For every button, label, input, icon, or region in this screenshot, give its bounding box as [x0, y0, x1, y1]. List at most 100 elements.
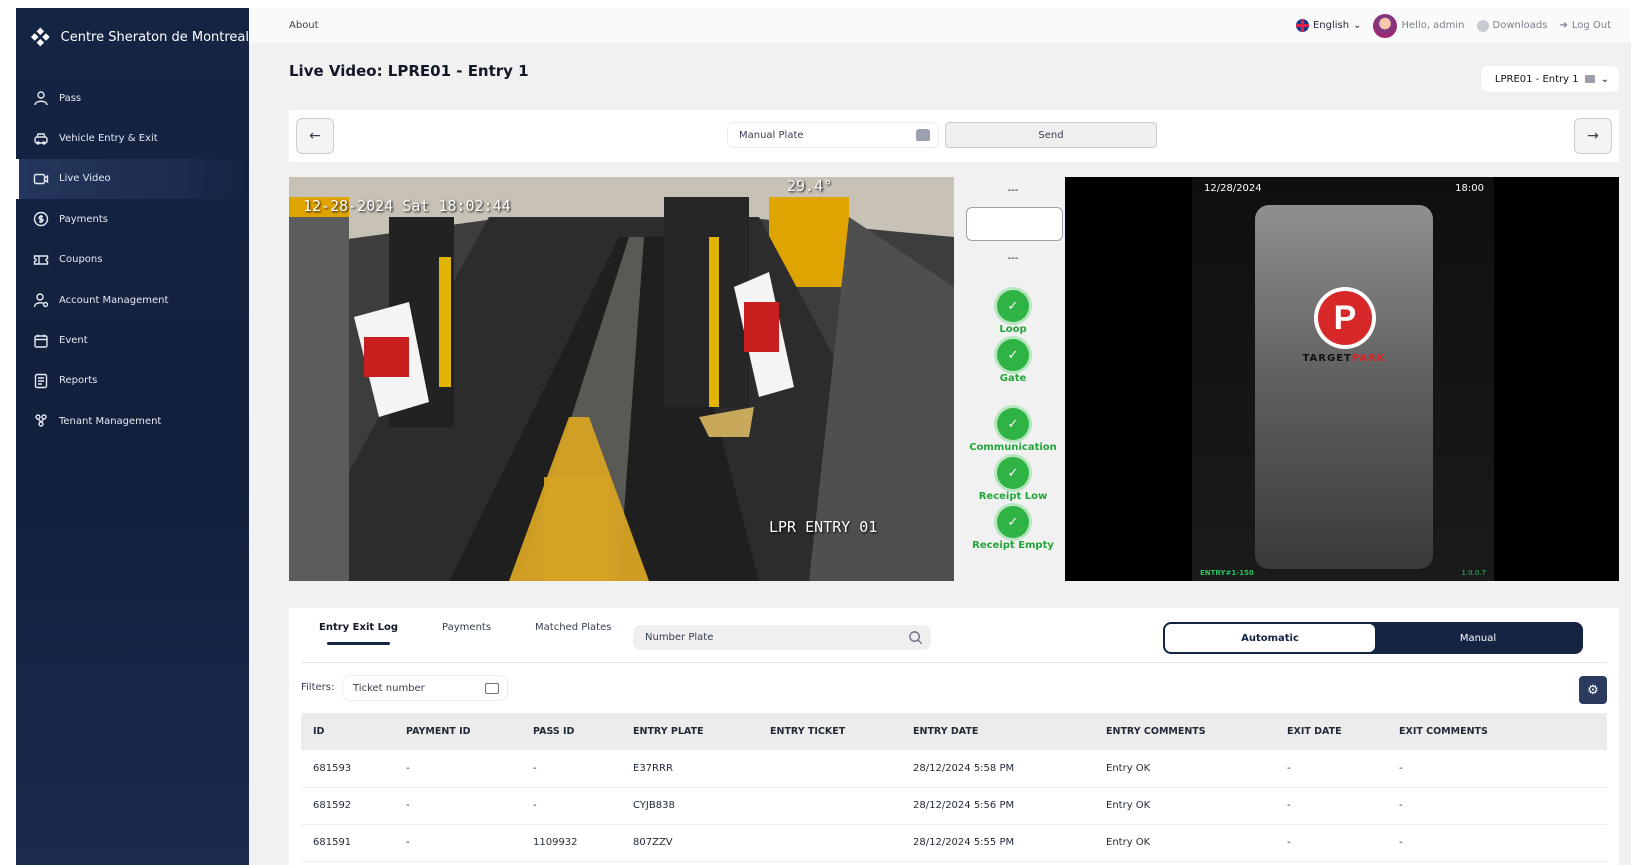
logout-icon: ➜: [1559, 20, 1568, 31]
manual-plate-placeholder: Manual Plate: [739, 129, 804, 141]
arrow-right-icon: →: [1587, 128, 1599, 144]
logout-link[interactable]: ➜ Log Out: [1559, 20, 1611, 31]
sidebar-item-vehicle-entry-exit[interactable]: Vehicle Entry & Exit: [16, 118, 249, 158]
sidebar-item-label: Event: [59, 335, 88, 347]
ticket-placeholder: Ticket number: [353, 682, 425, 694]
page-title: Live Video: LPRE01 - Entry 1: [289, 62, 529, 80]
gear-icon: ⚙: [1587, 682, 1599, 698]
chevron-down-icon: ⌄: [1600, 73, 1609, 85]
sidebar-item-label: Reports: [59, 375, 98, 387]
column-header[interactable]: ENTRY DATE: [901, 713, 1094, 750]
table-row[interactable]: 681591 - 1109932 807ZZV 28/12/2024 5:55 …: [301, 824, 1607, 862]
column-header[interactable]: ENTRY PLATE: [621, 713, 758, 750]
divider: [301, 662, 1607, 663]
status-communication: ✓ Communication: [963, 408, 1063, 453]
live-camera-feed[interactable]: 12-28-2024 Sat 18:02:44 29.4° LPR ENTRY …: [289, 177, 954, 581]
check-icon: ✓: [997, 457, 1029, 489]
status-label: Loop: [999, 324, 1027, 335]
column-header[interactable]: PAYMENT ID: [394, 713, 521, 750]
kiosk-time: 18:00: [1455, 183, 1484, 194]
status-top-dash: ---: [1007, 185, 1019, 196]
column-header[interactable]: EXIT COMMENTS: [1387, 713, 1607, 750]
tab-entry-exit-log[interactable]: Entry Exit Log: [319, 622, 398, 645]
brand[interactable]: Centre Sheraton de Montreal: [16, 8, 249, 66]
control-bar: ← Manual Plate Send →: [289, 110, 1619, 162]
column-header[interactable]: ENTRY COMMENTS: [1094, 713, 1275, 750]
chevron-down-icon: ⌄: [1353, 20, 1362, 31]
log-tabs: Entry Exit Log Payments Matched Plates: [319, 622, 611, 645]
ticket-icon: [485, 683, 499, 694]
sidebar-item-coupons[interactable]: Coupons: [16, 240, 249, 280]
language-select[interactable]: English ⌄: [1295, 19, 1362, 32]
mode-toggle: Automatic Manual: [1163, 622, 1583, 654]
check-icon: ✓: [997, 506, 1029, 538]
search-icon: [909, 631, 923, 645]
sidebar-item-label: Payments: [59, 213, 108, 225]
car-icon: [916, 129, 930, 141]
table-row[interactable]: 681592 - - CYJB838 28/12/2024 5:56 PM En…: [301, 787, 1607, 825]
cell-exit-comments: -: [1387, 750, 1607, 788]
cell-payment-id: -: [394, 787, 521, 825]
table-settings-button[interactable]: ⚙: [1579, 676, 1607, 704]
manual-plate-input[interactable]: Manual Plate: [727, 122, 939, 148]
check-icon: ✓: [997, 408, 1029, 440]
cell-entry-comments: Entry OK: [1094, 824, 1275, 862]
kiosk-footer-right: 1.0.0.7: [1461, 569, 1487, 577]
column-header[interactable]: EXIT DATE: [1275, 713, 1387, 750]
status-receipt-empty: ✓ Receipt Empty: [963, 506, 1063, 551]
check-icon: ✓: [997, 290, 1029, 322]
ticket-number-input[interactable]: Ticket number: [342, 675, 508, 701]
sidebar-item-label: Live Video: [59, 173, 111, 185]
number-plate-search-input[interactable]: Number Plate: [633, 625, 931, 650]
sidebar-item-pass[interactable]: Pass: [16, 78, 249, 118]
automatic-mode-button[interactable]: Automatic: [1165, 624, 1375, 652]
tab-payments[interactable]: Payments: [442, 622, 491, 645]
cell-entry-ticket: [758, 824, 901, 862]
cell-entry-plate: E37RRR: [621, 750, 758, 788]
cell-id: 681591: [301, 824, 394, 862]
manual-mode-button[interactable]: Manual: [1375, 624, 1581, 652]
send-button[interactable]: Send: [945, 122, 1157, 148]
cell-id: 681592: [301, 787, 394, 825]
sidebar-item-reports[interactable]: Reports: [16, 361, 249, 401]
cell-entry-plate: 807ZZV: [621, 824, 758, 862]
column-header[interactable]: ENTRY TICKET: [758, 713, 901, 750]
filters-label: Filters:: [301, 682, 335, 693]
sidebar-item-tenant-management[interactable]: Tenant Management: [16, 401, 249, 441]
cell-pass-id: 1109932: [521, 824, 621, 862]
tab-matched-plates[interactable]: Matched Plates: [535, 622, 611, 645]
status-panel: --- --- ✓ Loop ✓ Gate ✓ Communication ✓ …: [963, 177, 1063, 581]
cell-payment-id: -: [394, 750, 521, 788]
about-link[interactable]: About: [289, 20, 319, 31]
sidebar-item-account-management[interactable]: Account Management: [16, 280, 249, 320]
table-row[interactable]: 681593 - - E37RRR 28/12/2024 5:58 PM Ent…: [301, 750, 1607, 788]
cell-entry-ticket: [758, 787, 901, 825]
user-menu[interactable]: Hello, admin: [1373, 13, 1465, 38]
camera-temperature: 29.4°: [787, 177, 833, 195]
report-icon: [34, 373, 48, 389]
sidebar-item-payments[interactable]: Payments: [16, 199, 249, 239]
cell-entry-comments: Entry OK: [1094, 750, 1275, 788]
cell-exit-date: -: [1275, 824, 1387, 862]
previous-entry-button[interactable]: ←: [296, 118, 334, 154]
column-header[interactable]: PASS ID: [521, 713, 621, 750]
cell-exit-date: -: [1275, 750, 1387, 788]
status-mid-dash: ---: [1007, 253, 1019, 264]
sidebar-item-live-video[interactable]: Live Video: [16, 158, 249, 200]
topbar-actions: English ⌄ Hello, admin Downloads ➜ Log O…: [1295, 8, 1611, 43]
cell-exit-date: -: [1275, 787, 1387, 825]
next-entry-button[interactable]: →: [1574, 118, 1612, 154]
status-display-box: [966, 207, 1063, 241]
car-icon: [34, 132, 48, 145]
sidebar-item-event[interactable]: Event: [16, 320, 249, 360]
column-header[interactable]: ID: [301, 713, 394, 750]
cell-payment-id: -: [394, 824, 521, 862]
downloads-link[interactable]: Downloads: [1476, 19, 1547, 32]
entry-select[interactable]: LPRE01 - Entry 1 ⌄: [1480, 66, 1619, 92]
cell-id: 681593: [301, 750, 394, 788]
kiosk-footer-left: ENTRY#1-150: [1200, 569, 1254, 577]
sidebar-item-label: Tenant Management: [59, 415, 162, 427]
cell-entry-plate: CYJB838: [621, 787, 758, 825]
cell-entry-date: 28/12/2024 5:58 PM: [901, 750, 1094, 788]
cell-pass-id: -: [521, 787, 621, 825]
